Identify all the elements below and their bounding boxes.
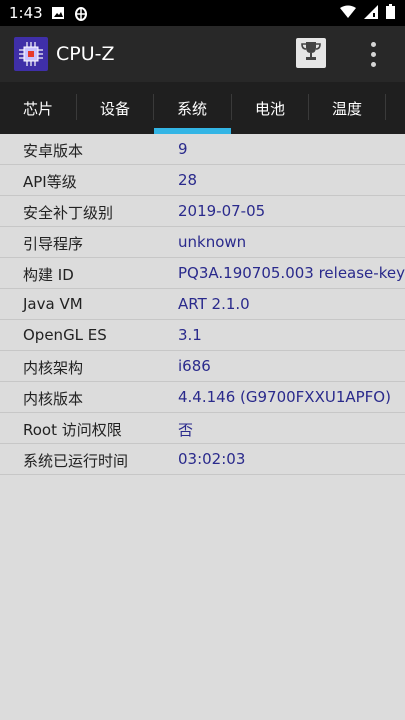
- row-value: i686: [178, 357, 211, 375]
- tab-divider: [385, 94, 386, 120]
- bug-icon: [73, 5, 89, 21]
- row-kernel-version: 内核版本 4.4.146 (G9700FXXU1APFO): [0, 382, 405, 413]
- row-value: 2019-07-05: [178, 202, 266, 220]
- tab-device[interactable]: 设备: [77, 82, 153, 134]
- trophy-button[interactable]: [296, 38, 326, 68]
- row-value: PQ3A.190705.003 release-keys: [178, 264, 405, 282]
- battery-icon: [386, 4, 395, 23]
- app-title: CPU-Z: [56, 43, 115, 65]
- row-value: 3.1: [178, 326, 202, 344]
- row-value: 28: [178, 171, 198, 189]
- row-android-version: 安卓版本 9: [0, 134, 405, 165]
- tab-temperature[interactable]: 温度: [309, 82, 385, 134]
- row-label: 内核架构: [23, 359, 84, 377]
- row-build-id: 构建 ID PQ3A.190705.003 release-keys: [0, 258, 405, 289]
- row-value: 否: [178, 421, 194, 439]
- row-uptime: 系统已运行时间 03:02:03: [0, 444, 405, 475]
- row-label: OpenGL ES: [23, 326, 107, 344]
- row-kernel-arch: 内核架构 i686: [0, 351, 405, 382]
- row-label: 构建 ID: [23, 266, 74, 284]
- image-icon: [51, 6, 65, 20]
- row-value: unknown: [178, 233, 247, 251]
- system-info-list: 安卓版本 9 API等级 28 安全补丁级别 2019-07-05 引导程序 u…: [0, 134, 405, 475]
- row-value: 9: [178, 140, 188, 158]
- tab-battery[interactable]: 电池: [232, 82, 308, 134]
- app-bar: CPU-Z: [0, 26, 405, 82]
- row-label: 内核版本: [23, 390, 84, 408]
- trophy-icon: [300, 40, 322, 66]
- row-label: Java VM: [23, 295, 83, 313]
- status-bar: 1:43: [0, 0, 405, 26]
- row-value: ART 2.1.0: [178, 295, 250, 313]
- signal-icon: [364, 4, 378, 23]
- row-label: 安全补丁级别: [23, 204, 114, 222]
- wifi-icon: [340, 5, 356, 23]
- row-label: 系统已运行时间: [23, 452, 129, 470]
- row-label: API等级: [23, 173, 77, 191]
- row-java-vm: Java VM ART 2.1.0: [0, 289, 405, 320]
- overflow-menu-icon[interactable]: [362, 40, 384, 68]
- row-bootloader: 引导程序 unknown: [0, 227, 405, 258]
- row-label: 引导程序: [23, 235, 84, 253]
- tab-system[interactable]: 系统: [154, 82, 230, 134]
- status-time: 1:43: [9, 4, 43, 22]
- row-label: Root 访问权限: [23, 421, 122, 439]
- row-label: 安卓版本: [23, 142, 84, 160]
- row-root-access: Root 访问权限 否: [0, 413, 405, 444]
- tab-bar: 芯片 设备 系统 电池 温度: [0, 82, 405, 134]
- cpu-chip-icon: [14, 37, 48, 71]
- row-value: 4.4.146 (G9700FXXU1APFO): [178, 388, 391, 406]
- row-opengl-es: OpenGL ES 3.1: [0, 320, 405, 351]
- row-api-level: API等级 28: [0, 165, 405, 196]
- row-security-patch: 安全补丁级别 2019-07-05: [0, 196, 405, 227]
- tab-chip[interactable]: 芯片: [0, 82, 76, 134]
- row-value: 03:02:03: [178, 450, 246, 468]
